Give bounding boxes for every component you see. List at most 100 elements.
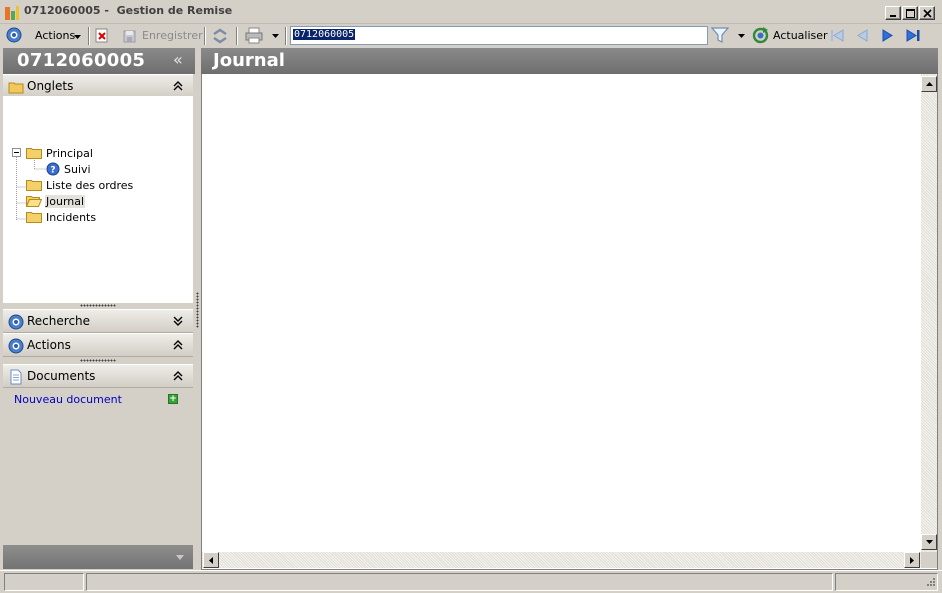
resize-grip-icon[interactable]: [924, 577, 936, 589]
filter-dropdown-icon[interactable]: [738, 34, 745, 38]
tree-item-label: Journal: [45, 194, 86, 208]
cancel-icon[interactable]: [95, 28, 110, 43]
section-resize-grip[interactable]: [80, 304, 116, 307]
tabs-section-header[interactable]: Onglets: [3, 74, 193, 98]
scroll-left-button[interactable]: [203, 552, 219, 568]
tree-item-principal[interactable]: Principal: [26, 145, 94, 161]
scroll-right-button[interactable]: [904, 552, 920, 568]
close-icon: [922, 8, 932, 18]
toolbar-separator: [88, 27, 90, 45]
arrow-left-icon: [209, 556, 213, 564]
window-title: 0712060005 - Gestion de Remise: [24, 4, 233, 17]
chevron-up-icon: [173, 81, 183, 91]
tabs-section-label: Onglets: [27, 79, 74, 93]
dropdown-arrow-icon: [74, 35, 81, 39]
filter-icon[interactable]: [711, 27, 729, 44]
status-cell: [86, 573, 833, 591]
record-title: 0712060005: [17, 50, 146, 71]
save-label: Enregistrer: [142, 29, 203, 42]
toolbar-separator: [236, 27, 238, 45]
refresh-label: Actualiser: [773, 29, 828, 42]
folder-icon: [26, 148, 42, 159]
arrow-right-icon: [910, 556, 914, 564]
scroll-down-button[interactable]: [921, 534, 937, 550]
tree-item-label: Incidents: [46, 210, 97, 224]
main-header: Journal: [201, 48, 938, 74]
folder-icon: [26, 212, 42, 223]
refresh-button[interactable]: Actualiser: [751, 26, 828, 45]
app-icon: [5, 6, 19, 20]
tabs-tree: Principal ? Suivi Liste des ordres Journ…: [3, 96, 193, 303]
actions-menu-label: Actions: [35, 29, 76, 42]
tree-item-suivi[interactable]: ? Suivi: [46, 161, 92, 177]
chevron-up-icon: [173, 340, 183, 350]
last-record-icon[interactable]: [905, 28, 923, 43]
status-cell: [4, 573, 84, 591]
print-dropdown-icon[interactable]: [272, 34, 279, 38]
actions-circle-icon: [8, 338, 24, 354]
search-section-header[interactable]: Recherche: [3, 309, 193, 333]
arrow-up-icon: [925, 82, 933, 86]
search-input-value: 0712060005: [293, 29, 356, 40]
tree-item-label: Liste des ordres: [46, 178, 134, 192]
left-panel: 0712060005 « Onglets Principal ? Suivi L…: [3, 48, 195, 570]
search-input[interactable]: 0712060005: [290, 26, 708, 45]
left-panel-header: 0712060005 «: [3, 48, 195, 74]
refresh-icon: [752, 27, 769, 44]
scrollbar-corner: [921, 552, 937, 568]
sync-icon[interactable]: [211, 27, 229, 44]
toolbar-separator: [285, 27, 287, 45]
minimize-icon: [890, 15, 896, 17]
tree-item-liste-des-ordres[interactable]: Liste des ordres: [26, 177, 134, 193]
splitter-grip[interactable]: [196, 292, 199, 328]
tree-item-label: Principal: [46, 146, 93, 160]
close-window-button[interactable]: [919, 6, 935, 20]
journal-content-area: [201, 74, 938, 570]
maximize-icon: [905, 8, 915, 18]
svg-text:?: ?: [50, 166, 55, 176]
new-document-link[interactable]: Nouveau document: [14, 393, 122, 406]
search-circle-icon: [8, 314, 24, 330]
first-record-icon[interactable]: [829, 28, 845, 43]
chevron-down-icon: [173, 316, 183, 326]
toolbar: Actions Enregistrer 0712060005 Actualise…: [0, 24, 942, 47]
status-bar: [0, 570, 942, 593]
tree-item-incidents[interactable]: Incidents: [26, 209, 97, 225]
documents-section-header[interactable]: Documents: [3, 364, 193, 388]
minimize-button[interactable]: [885, 6, 901, 20]
footer-dropdown-icon[interactable]: [176, 555, 184, 560]
left-panel-footer: [3, 545, 193, 569]
folder-open-icon: [26, 196, 42, 207]
folder-icon: [26, 180, 42, 191]
actions-section-header[interactable]: Actions: [3, 333, 193, 357]
horizontal-scrollbar[interactable]: [202, 552, 921, 568]
folder-icon: [8, 82, 24, 94]
document-icon: [10, 369, 22, 385]
save-icon: [123, 30, 136, 43]
title-bar: 0712060005 - Gestion de Remise: [0, 0, 942, 24]
previous-record-icon[interactable]: [854, 28, 870, 43]
printer-icon[interactable]: [244, 27, 264, 44]
vertical-scrollbar[interactable]: [921, 74, 937, 552]
maximize-button[interactable]: [902, 6, 918, 20]
section-resize-grip[interactable]: [80, 359, 116, 362]
status-cell: [835, 573, 938, 591]
actions-circle-icon: [6, 27, 22, 43]
toolbar-separator: [204, 27, 206, 45]
main-title: Journal: [213, 50, 285, 71]
actions-section-label: Actions: [27, 338, 71, 352]
actions-menu-button[interactable]: Actions: [30, 27, 84, 45]
tree-item-label: Suivi: [64, 162, 91, 176]
next-record-icon[interactable]: [880, 28, 896, 43]
add-icon[interactable]: +: [168, 394, 178, 404]
arrow-down-icon: [925, 540, 933, 544]
search-section-label: Recherche: [27, 314, 91, 328]
help-icon: ?: [46, 162, 60, 176]
documents-section-label: Documents: [27, 369, 96, 383]
scroll-up-button[interactable]: [921, 76, 937, 92]
collapse-panel-icon[interactable]: «: [173, 50, 183, 69]
chevron-up-icon: [173, 371, 183, 381]
tree-expander[interactable]: [12, 148, 21, 157]
tree-item-journal[interactable]: Journal: [26, 193, 86, 209]
save-button[interactable]: Enregistrer: [120, 27, 203, 45]
